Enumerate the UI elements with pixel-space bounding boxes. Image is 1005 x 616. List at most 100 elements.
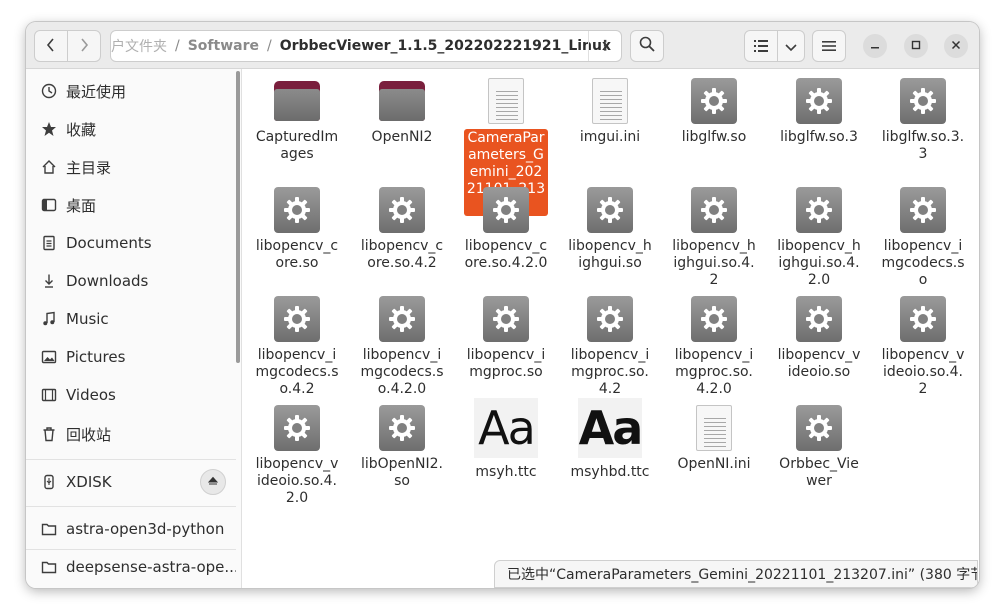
- file-name: msyh.ttc: [475, 464, 537, 480]
- file-item[interactable]: libopencv_highgui.so.4.2: [666, 186, 762, 289]
- library-icon: [273, 404, 321, 452]
- file-name: libopencv_highgui.so: [568, 238, 652, 271]
- sidebar-divider: [26, 459, 236, 460]
- download-icon: [40, 272, 58, 290]
- gear-icon: [483, 296, 529, 342]
- file-item[interactable]: libopencv_imgproc.so.4.2.0: [666, 295, 762, 398]
- file-item[interactable]: OpenNI2: [354, 77, 450, 146]
- sidebar-item-starred[interactable]: 收藏: [26, 111, 236, 147]
- file-item[interactable]: libopencv_core.so.4.2: [354, 186, 450, 272]
- maximize-button[interactable]: [904, 34, 928, 58]
- chevron-right-icon: [79, 37, 89, 56]
- file-item[interactable]: libopencv_imgcodecs.so.4.2.0: [354, 295, 450, 398]
- file-item[interactable]: libopencv_highgui.so.4.2.0: [771, 186, 867, 289]
- gear-icon: [379, 405, 425, 451]
- file-item[interactable]: libopencv_core.so: [249, 186, 345, 272]
- sidebar-item-bookmark[interactable]: deepsense-astra-ope...: [26, 549, 236, 585]
- sidebar-item-home[interactable]: 主目录: [26, 149, 236, 185]
- file-item[interactable]: libopencv_videoio.so.4.2.0: [249, 404, 345, 507]
- file-name: libglfw.so: [681, 129, 747, 145]
- executable-icon: [795, 404, 843, 452]
- sidebar-item-recent[interactable]: 最近使用: [26, 73, 236, 109]
- file-item[interactable]: libopencv_highgui.so: [562, 186, 658, 272]
- gear-icon: [379, 296, 425, 342]
- gear-icon: [483, 187, 529, 233]
- file-item[interactable]: Aa msyhbd.ttc: [562, 398, 658, 481]
- sidebar-item-label: 主目录: [66, 158, 112, 177]
- file-icon-grid: CapturedImages OpenNI2 CameraParameters_Ge…: [242, 69, 979, 588]
- library-icon: [378, 186, 426, 234]
- file-item[interactable]: libglfw.so.3: [771, 77, 867, 146]
- back-button[interactable]: [34, 30, 68, 62]
- breadcrumb-software[interactable]: Software: [182, 38, 265, 54]
- folder-icon: [378, 77, 426, 125]
- file-item[interactable]: libopencv_core.so.4.2.0: [458, 186, 554, 272]
- file-name: imgui.ini: [579, 129, 641, 145]
- breadcrumb-separator: /: [266, 38, 272, 54]
- search-button[interactable]: [630, 30, 664, 62]
- file-item[interactable]: libOpenNI2.so: [354, 404, 450, 490]
- file-item[interactable]: libopencv_imgproc.so: [458, 295, 554, 381]
- file-item[interactable]: libopencv_videoio.so: [771, 295, 867, 381]
- folder-icon: [40, 558, 58, 576]
- file-item[interactable]: imgui.ini: [562, 77, 658, 146]
- sidebar-item-documents[interactable]: Documents: [26, 225, 236, 261]
- file-name: libopencv_imgcodecs.so.4.2: [255, 347, 339, 397]
- close-button[interactable]: [944, 34, 968, 58]
- file-item[interactable]: libopencv_imgproc.so.4.2: [562, 295, 658, 398]
- gear-icon: [274, 187, 320, 233]
- sidebar-item-label: Music: [66, 310, 109, 328]
- file-name: libopencv_imgproc.so: [466, 347, 546, 380]
- file-item[interactable]: Aa msyh.ttc: [458, 398, 554, 481]
- sidebar-item-videos[interactable]: Videos: [26, 377, 236, 413]
- close-icon: [951, 39, 961, 53]
- sidebar-item-label: Pictures: [66, 348, 126, 366]
- breadcrumb-home[interactable]: 户文件夹: [111, 36, 173, 56]
- file-name: libopencv_videoio.so: [777, 347, 861, 380]
- path-bar: 户文件夹 / Software / OrbbecViewer_1.1.5_202…: [110, 30, 622, 62]
- library-icon: [795, 186, 843, 234]
- gear-icon: [587, 296, 633, 342]
- sidebar-scrollbar[interactable]: [236, 71, 240, 363]
- file-name: libopencv_imgproc.so.4.2: [570, 347, 650, 397]
- sidebar-item-trash[interactable]: 回收站: [26, 416, 236, 452]
- file-name: msyhbd.ttc: [570, 464, 650, 480]
- sidebar-item-bookmark[interactable]: astra-open3d-python: [26, 511, 236, 547]
- list-view-button[interactable]: [744, 30, 778, 62]
- library-icon: [795, 295, 843, 343]
- sidebar-item-music[interactable]: Music: [26, 301, 236, 337]
- forward-button[interactable]: [67, 30, 101, 62]
- sidebar-item-label: Videos: [66, 386, 116, 404]
- video-icon: [40, 386, 58, 404]
- file-item[interactable]: OpenNI.ini: [666, 404, 762, 473]
- folder-icon: [273, 77, 321, 125]
- file-item[interactable]: libglfw.so: [666, 77, 762, 146]
- document-icon: [40, 234, 58, 252]
- file-item[interactable]: CapturedImages: [249, 77, 345, 163]
- gear-icon: [691, 296, 737, 342]
- library-icon: [899, 295, 947, 343]
- file-item[interactable]: libopencv_imgcodecs.so: [875, 186, 971, 289]
- file-item[interactable]: libglfw.so.3.3: [875, 77, 971, 163]
- file-name: OpenNI.ini: [677, 456, 751, 472]
- file-item[interactable]: libopencv_imgcodecs.so.4.2: [249, 295, 345, 398]
- file-item[interactable]: Orbbec_Viewer: [771, 404, 867, 490]
- sidebar-item-desktop[interactable]: 桌面: [26, 187, 236, 223]
- library-icon: [690, 295, 738, 343]
- sidebar-item-pictures[interactable]: Pictures: [26, 339, 236, 375]
- sidebar-item-downloads[interactable]: Downloads: [26, 263, 236, 299]
- library-icon: [690, 77, 738, 125]
- chevron-left-icon: [46, 37, 56, 56]
- file-item[interactable]: libopencv_videoio.so.4.2: [875, 295, 971, 398]
- file-name: libopencv_imgcodecs.so.4.2.0: [360, 347, 444, 397]
- library-icon: [899, 77, 947, 125]
- breadcrumb-current[interactable]: OrbbecViewer_1.1.5_202202221921_Linux: [274, 38, 617, 54]
- file-name: libOpenNI2.so: [360, 456, 444, 489]
- minimize-button[interactable]: [863, 34, 887, 58]
- view-options-button[interactable]: [777, 30, 805, 62]
- main-menu-button[interactable]: [812, 30, 846, 62]
- file-name: libopencv_core.so: [255, 238, 339, 271]
- path-menu-button[interactable]: ⋮: [588, 31, 621, 61]
- sidebar-item-label: 最近使用: [66, 82, 127, 101]
- eject-button[interactable]: [200, 469, 226, 495]
